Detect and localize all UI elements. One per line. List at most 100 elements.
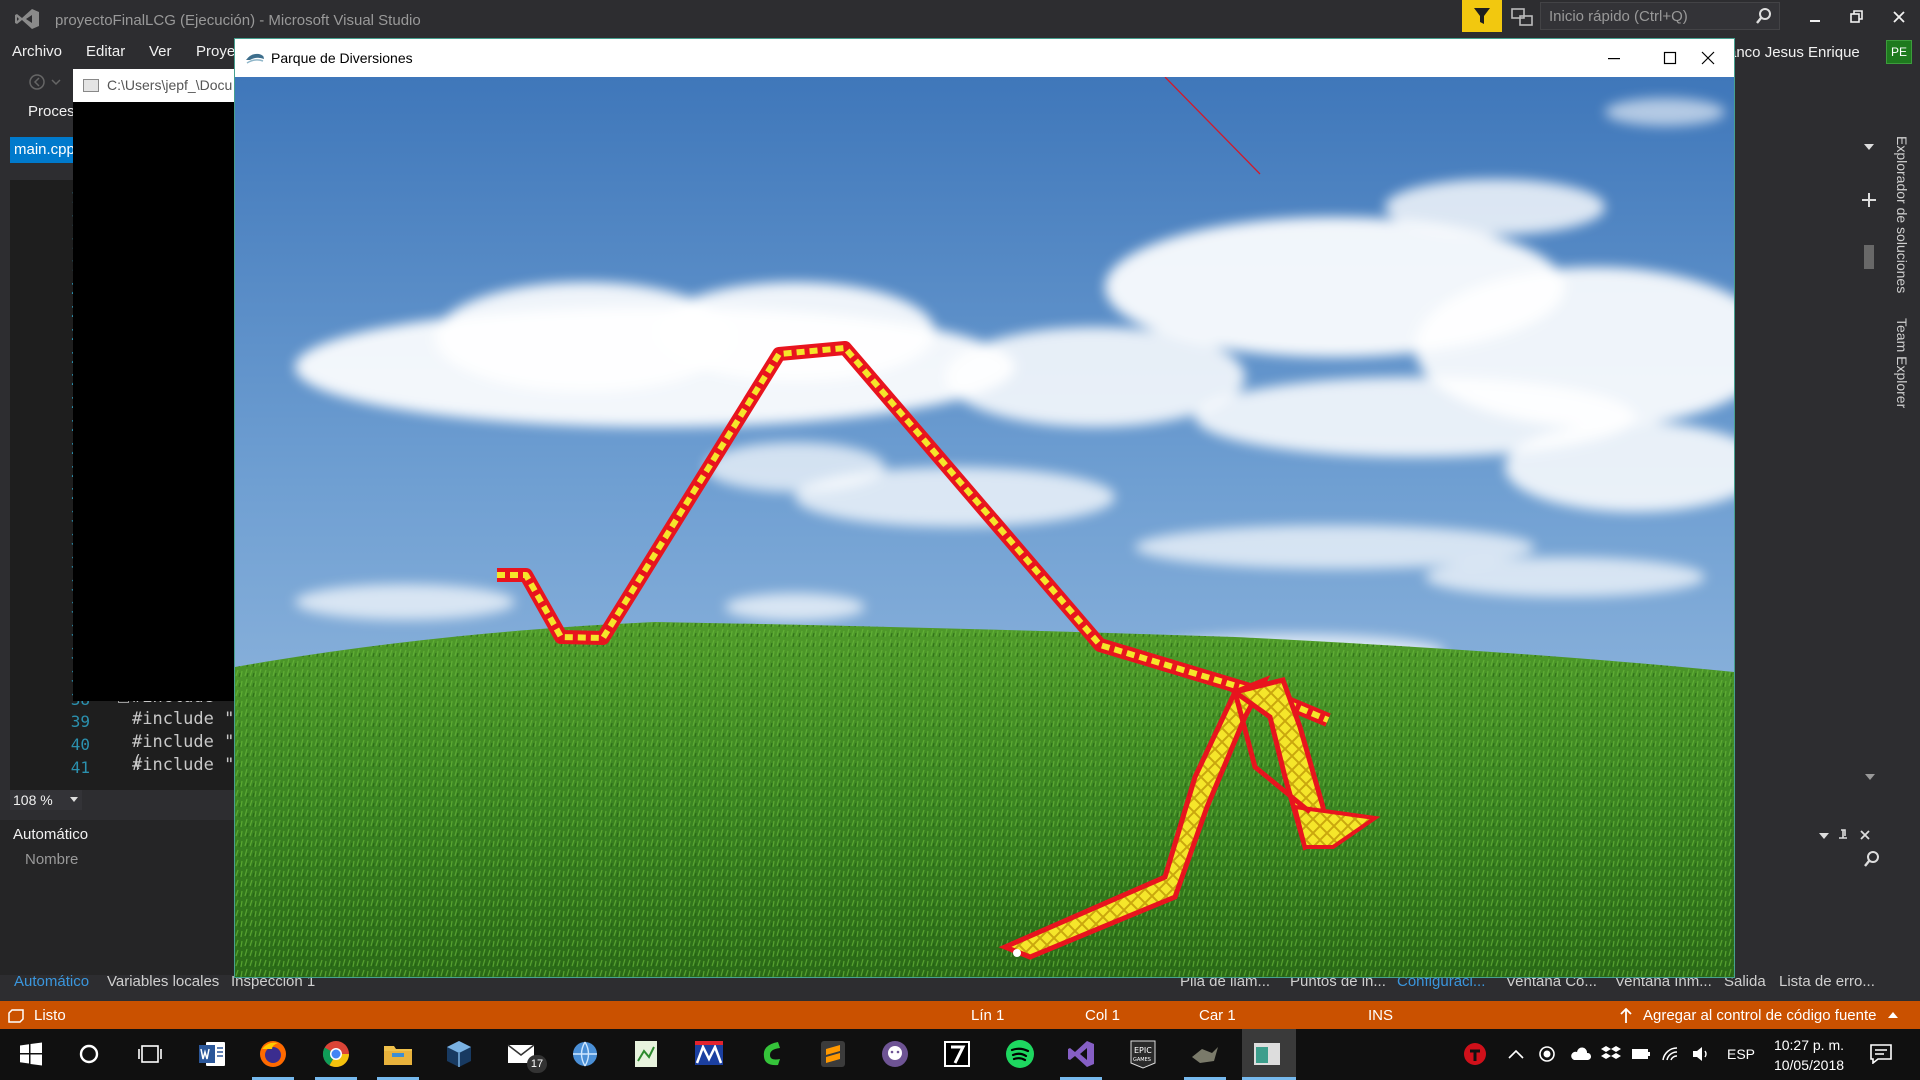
clock[interactable]: 10:27 p. m. 10/05/2018 xyxy=(1768,1035,1850,1075)
search-icon[interactable] xyxy=(1863,850,1881,868)
epic-games-button[interactable]: EPIC GAMES xyxy=(1128,1039,1158,1069)
chrome-icon xyxy=(322,1041,350,1068)
network-app-button[interactable] xyxy=(570,1039,600,1069)
tab-team-explorer[interactable]: Team Explorer xyxy=(1894,318,1910,408)
maximize-icon xyxy=(1663,51,1677,65)
spotify-button[interactable] xyxy=(1004,1039,1034,1069)
7zip-button[interactable] xyxy=(942,1039,972,1069)
tray-app-icon xyxy=(1464,1043,1486,1065)
tab-lista-errores[interactable]: Lista de erro... xyxy=(1779,973,1875,990)
virtualbox-button[interactable] xyxy=(444,1039,474,1069)
word-button[interactable] xyxy=(197,1039,227,1069)
start-button[interactable] xyxy=(16,1039,46,1069)
filter-icon xyxy=(1474,8,1490,24)
sublime-button[interactable] xyxy=(818,1039,848,1069)
virtualbox-icon xyxy=(447,1041,471,1067)
menu-proyecto[interactable]: Proye xyxy=(196,43,235,60)
video-icon xyxy=(695,1041,723,1065)
expand-icon[interactable] xyxy=(1861,192,1877,208)
tab-explorador-soluciones[interactable]: Explorador de soluciones xyxy=(1894,136,1910,293)
minimize-icon xyxy=(1608,58,1620,60)
menu-ver[interactable]: Ver xyxy=(149,43,172,60)
autos-panel-title: Automático xyxy=(13,826,89,843)
task-view-button[interactable] xyxy=(135,1039,165,1069)
sheet-app-button[interactable] xyxy=(631,1039,661,1069)
console-title-bar: C:\Users\jepf_\Docu xyxy=(73,69,243,102)
video-app-button[interactable] xyxy=(693,1039,723,1069)
visual-studio-button[interactable] xyxy=(1066,1039,1096,1069)
language-indicator[interactable]: ESP xyxy=(1727,1046,1755,1062)
user-avatar[interactable]: PE xyxy=(1886,40,1912,64)
gl-minimize-button[interactable] xyxy=(1589,39,1639,77)
game-button[interactable] xyxy=(1190,1039,1220,1069)
code-line[interactable]: #include " xyxy=(132,755,234,775)
menu-editar[interactable]: Editar xyxy=(86,43,125,60)
mail-badge: 17 xyxy=(527,1055,547,1073)
network-icon xyxy=(573,1041,597,1067)
amusement-park-window[interactable]: Parque de Diversiones xyxy=(234,38,1735,978)
show-hidden-icons-button[interactable] xyxy=(1506,1039,1526,1069)
visual-studio-logo-icon xyxy=(15,9,39,29)
quick-launch-placeholder: Inicio rápido (Ctrl+Q) xyxy=(1549,8,1688,25)
search-icon xyxy=(1756,8,1771,24)
line-number: 40 xyxy=(70,735,90,755)
green-app-button[interactable] xyxy=(756,1039,786,1069)
autos-column-name[interactable]: Nombre xyxy=(25,851,78,868)
tab-main-cpp[interactable]: main.cpp xyxy=(10,137,75,163)
opengl-window-button[interactable] xyxy=(1252,1039,1282,1069)
process-label: Proces xyxy=(28,103,75,120)
gl-window-title: Parque de Diversiones xyxy=(271,50,413,66)
add-source-control-button[interactable]: Agregar al control de código fuente xyxy=(1643,1007,1877,1024)
opengl-scene-canvas[interactable] xyxy=(235,77,1734,977)
wifi-button[interactable] xyxy=(1660,1039,1682,1069)
dropbox-icon xyxy=(1601,1046,1621,1059)
zoom-select[interactable]: 108 % xyxy=(10,790,82,810)
console-title: C:\Users\jepf_\Docu xyxy=(107,77,233,93)
chevron-down-icon[interactable] xyxy=(1863,143,1875,151)
cortana-button[interactable] xyxy=(74,1039,104,1069)
firefox-button[interactable] xyxy=(258,1039,288,1069)
mail-button[interactable]: 17 xyxy=(507,1039,547,1073)
onedrive-button[interactable] xyxy=(1568,1039,1592,1069)
svg-text:EPIC: EPIC xyxy=(1134,1046,1152,1055)
quick-launch-input[interactable]: Inicio rápido (Ctrl+Q) xyxy=(1540,2,1780,30)
code-line[interactable]: #include " xyxy=(132,709,234,729)
scroll-down-icon[interactable] xyxy=(1865,773,1875,781)
word-icon xyxy=(199,1042,225,1066)
volume-button[interactable] xyxy=(1690,1039,1712,1069)
tab-variables-locales[interactable]: Variables locales xyxy=(107,973,219,990)
dropbox-button[interactable] xyxy=(1600,1039,1622,1069)
feedback-icon[interactable] xyxy=(1510,6,1534,28)
tab-automatico[interactable]: Automático xyxy=(14,973,89,990)
github-button[interactable] xyxy=(880,1039,910,1069)
editor-scrollbar-thumb[interactable] xyxy=(1864,245,1874,269)
notifications-filter-button[interactable] xyxy=(1462,0,1502,32)
side-tool-tabs: Explorador de soluciones Team Explorer xyxy=(1888,130,1920,430)
chevron-up-icon xyxy=(1508,1049,1524,1059)
restore-icon xyxy=(1850,10,1863,23)
battery-icon xyxy=(1632,1049,1650,1059)
gl-close-button[interactable] xyxy=(1679,39,1737,77)
restore-button[interactable] xyxy=(1836,0,1878,34)
gl-window-titlebar[interactable]: Parque de Diversiones xyxy=(235,39,1734,77)
back-forward-icon[interactable] xyxy=(28,73,64,91)
arrow-up-icon xyxy=(1620,1008,1632,1023)
panel-controls-icon[interactable] xyxy=(1817,828,1887,844)
minimize-button[interactable] xyxy=(1794,0,1836,34)
close-button[interactable] xyxy=(1878,0,1920,34)
clock-date: 10/05/2018 xyxy=(1773,1057,1845,1073)
tray-record-button[interactable] xyxy=(1536,1039,1558,1069)
status-text: Listo xyxy=(34,1007,66,1024)
tray-app-button[interactable] xyxy=(1460,1039,1490,1069)
chrome-button[interactable] xyxy=(321,1039,351,1069)
task-view-icon xyxy=(138,1045,162,1063)
chevron-up-icon[interactable] xyxy=(1888,1011,1898,1019)
clock-time: 10:27 p. m. xyxy=(1773,1037,1845,1053)
user-account-name[interactable]: anco Jesus Enrique xyxy=(1728,44,1860,61)
windows-taskbar: 17 EPIC GAMES ESP 10:27 p. m. 10/05/2018 xyxy=(0,1029,1920,1080)
action-center-button[interactable] xyxy=(1866,1039,1896,1069)
menu-archivo[interactable]: Archivo xyxy=(12,43,62,60)
console-window[interactable]: C:\Users\jepf_\Docu xyxy=(73,69,243,701)
file-explorer-button[interactable] xyxy=(383,1039,413,1069)
battery-button[interactable] xyxy=(1630,1039,1652,1069)
